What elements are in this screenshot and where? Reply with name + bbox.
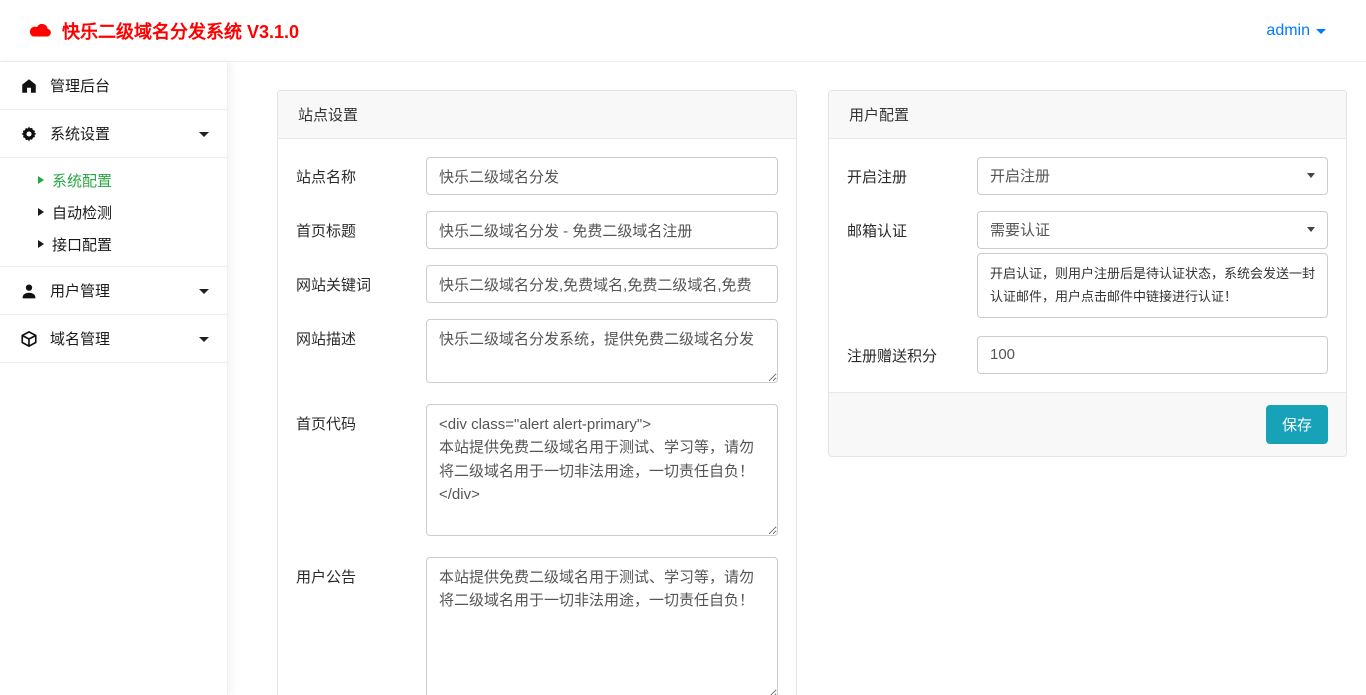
register-points-input[interactable]	[977, 336, 1328, 374]
cloud-icon	[28, 22, 52, 39]
triangle-right-icon	[38, 176, 44, 184]
form-row-site-name: 站点名称	[296, 157, 778, 195]
sidebar-item-domain-management[interactable]: 域名管理	[0, 315, 227, 363]
sidebar: 管理后台 系统设置 系统配置 自动检	[0, 62, 228, 695]
chevron-down-icon	[199, 337, 209, 342]
subitem-label: 接口配置	[52, 234, 112, 255]
sidebar-item-dashboard[interactable]: 管理后台	[0, 62, 227, 110]
subitem-label: 自动检测	[52, 202, 112, 223]
user-config-form: 开启注册 开启注册 邮箱认证	[829, 139, 1346, 392]
site-settings-panel: 站点设置 站点名称 首页标题	[277, 90, 797, 695]
form-row-home-code: 首页代码 <div class="alert alert-primary"> 本…	[296, 404, 778, 541]
app-title: 快乐二级域名分发系统 V3.1.0	[62, 18, 299, 44]
form-row-keywords: 网站关键词	[296, 265, 778, 303]
description-textarea[interactable]: 快乐二级域名分发系统，提供免费二级域名分发	[426, 319, 778, 383]
keywords-input[interactable]	[426, 265, 778, 303]
gear-icon	[20, 125, 38, 143]
site-name-input[interactable]	[426, 157, 778, 195]
cube-icon	[20, 330, 38, 348]
sidebar-item-user-management[interactable]: 用户管理	[0, 267, 227, 315]
sidebar-item-system-settings[interactable]: 系统设置	[0, 110, 227, 158]
chevron-down-icon	[199, 132, 209, 137]
sidebar-subitem-api-config[interactable]: 接口配置	[0, 228, 227, 260]
sidebar-item-label: 用户管理	[50, 280, 110, 301]
user-config-panel: 用户配置 开启注册 开启注册	[828, 90, 1347, 457]
app-window: 快乐二级域名分发系统 V3.1.0 admin 管理后台	[0, 0, 1366, 695]
subitem-label: 系统配置	[52, 170, 112, 191]
top-bar: 快乐二级域名分发系统 V3.1.0 admin	[0, 0, 1366, 62]
main-content: 站点设置 站点名称 首页标题	[228, 62, 1366, 695]
form-row-user-notice: 用户公告 本站提供免费二级域名用于测试、学习等，请勿将二级域名用于一切非法用途，…	[296, 557, 778, 695]
form-row-register-points: 注册赠送积分	[847, 336, 1328, 374]
save-button[interactable]: 保存	[1266, 405, 1328, 444]
triangle-right-icon	[38, 208, 44, 216]
home-code-label: 首页代码	[296, 404, 426, 541]
sidebar-item-label: 管理后台	[50, 75, 110, 96]
home-code-textarea[interactable]: <div class="alert alert-primary"> 本站提供免费…	[426, 404, 778, 536]
keywords-label: 网站关键词	[296, 265, 426, 303]
system-settings-submenu: 系统配置 自动检测 接口配置	[0, 158, 227, 267]
chevron-down-icon	[1316, 29, 1326, 34]
register-toggle-label: 开启注册	[847, 157, 977, 195]
user-notice-textarea[interactable]: 本站提供免费二级域名用于测试、学习等，请勿将二级域名用于一切非法用途，一切责任自…	[426, 557, 778, 695]
email-verify-help-text: 开启认证，则用户注册后是待认证状态，系统会发送一封认证邮件，用户点击邮件中链接进…	[977, 253, 1328, 318]
home-icon	[20, 77, 38, 95]
form-row-home-title: 首页标题	[296, 211, 778, 249]
home-title-input[interactable]	[426, 211, 778, 249]
user-notice-label: 用户公告	[296, 557, 426, 695]
user-menu[interactable]: admin	[1266, 22, 1326, 40]
email-verify-label: 邮箱认证	[847, 211, 977, 249]
sidebar-item-label: 系统设置	[50, 123, 110, 144]
description-label: 网站描述	[296, 319, 426, 388]
sidebar-item-label: 域名管理	[50, 328, 110, 349]
site-settings-form: 站点名称 首页标题 网站关键词	[278, 139, 796, 695]
form-row-email-verify: 邮箱认证 需要认证	[847, 211, 1328, 249]
form-row-help: 开启认证，则用户注册后是待认证状态，系统会发送一封认证邮件，用户点击邮件中链接进…	[847, 253, 1328, 318]
form-row-register-toggle: 开启注册 开启注册	[847, 157, 1328, 195]
sidebar-subitem-auto-detect[interactable]: 自动检测	[0, 196, 227, 228]
register-toggle-select[interactable]: 开启注册	[977, 157, 1328, 195]
panel-title: 用户配置	[829, 91, 1346, 139]
panel-title: 站点设置	[278, 91, 796, 139]
user-icon	[20, 282, 38, 300]
user-config-footer: 保存	[829, 392, 1346, 456]
email-verify-select[interactable]: 需要认证	[977, 211, 1328, 249]
site-name-label: 站点名称	[296, 157, 426, 195]
brand: 快乐二级域名分发系统 V3.1.0	[28, 18, 299, 44]
home-title-label: 首页标题	[296, 211, 426, 249]
form-row-description: 网站描述 快乐二级域名分发系统，提供免费二级域名分发	[296, 319, 778, 388]
triangle-right-icon	[38, 240, 44, 248]
chevron-down-icon	[199, 289, 209, 294]
user-name: admin	[1266, 22, 1310, 40]
register-points-label: 注册赠送积分	[847, 336, 977, 374]
sidebar-subitem-system-config[interactable]: 系统配置	[0, 164, 227, 196]
